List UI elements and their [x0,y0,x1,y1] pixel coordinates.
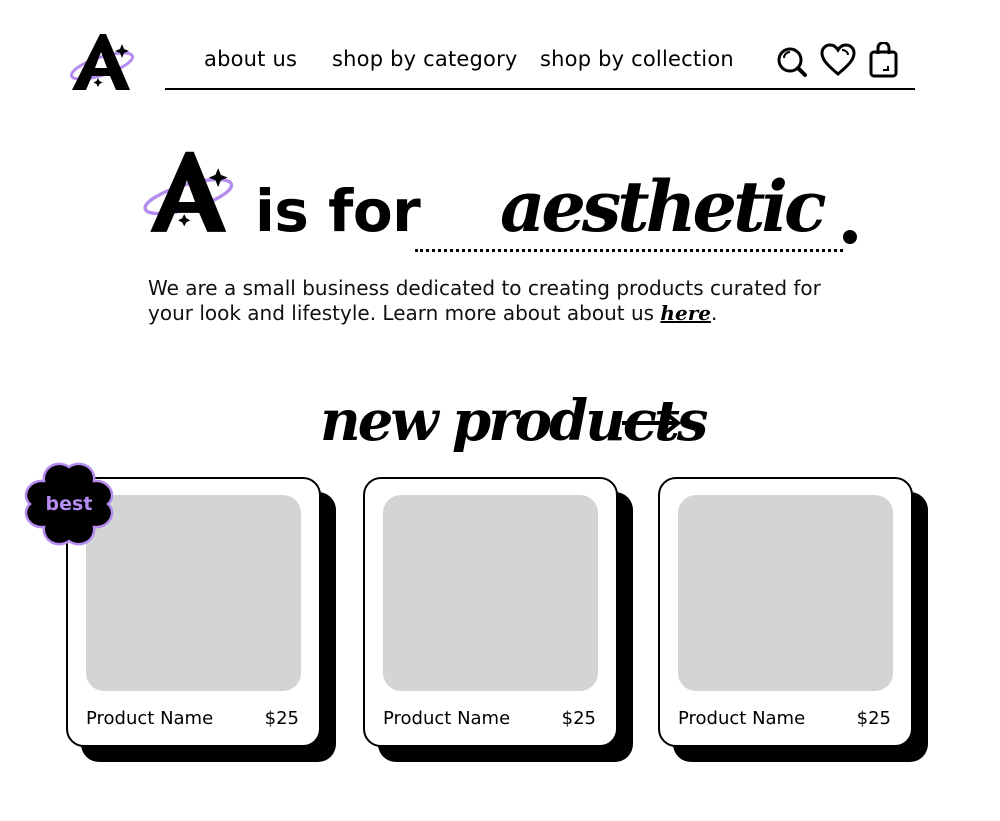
product-image-placeholder [86,495,301,691]
product-price: $25 [856,708,891,729]
product-card[interactable]: Product Name $25 [658,477,913,747]
shopping-bag-icon[interactable] [868,42,900,78]
product-name: Product Name [86,708,214,729]
hero-dotted-underline [415,249,843,252]
nav-shop-by-collection[interactable]: shop by collection [540,45,734,73]
brand-logo[interactable] [68,30,140,96]
badge-label: best [46,493,93,515]
hero-period-dot [843,230,857,244]
intro-text: We are a small business dedicated to cre… [148,276,821,325]
product-price: $25 [561,708,596,729]
about-us-link[interactable]: here [660,301,711,325]
nav-shop-by-category[interactable]: shop by category [332,45,518,73]
product-image-placeholder [383,495,598,691]
intro-end: . [710,301,718,325]
product-card[interactable]: Product Name $25 [363,477,618,747]
hero-word: aesthetic [500,165,827,248]
hero-intro: We are a small business dedicated to cre… [148,276,868,326]
hero-logo-mark [143,151,234,232]
heart-icon[interactable] [820,42,856,78]
product-image-placeholder [678,495,893,691]
product-price: $25 [264,708,299,729]
product-name: Product Name [678,708,806,729]
nav-divider [165,88,915,90]
arrow-right-icon[interactable] [620,408,682,438]
nav-about-us[interactable]: about us [204,45,297,73]
product-name: Product Name [383,708,511,729]
search-icon[interactable] [776,42,808,78]
hero-is-for: is for [255,177,421,245]
best-badge: best [24,462,114,546]
